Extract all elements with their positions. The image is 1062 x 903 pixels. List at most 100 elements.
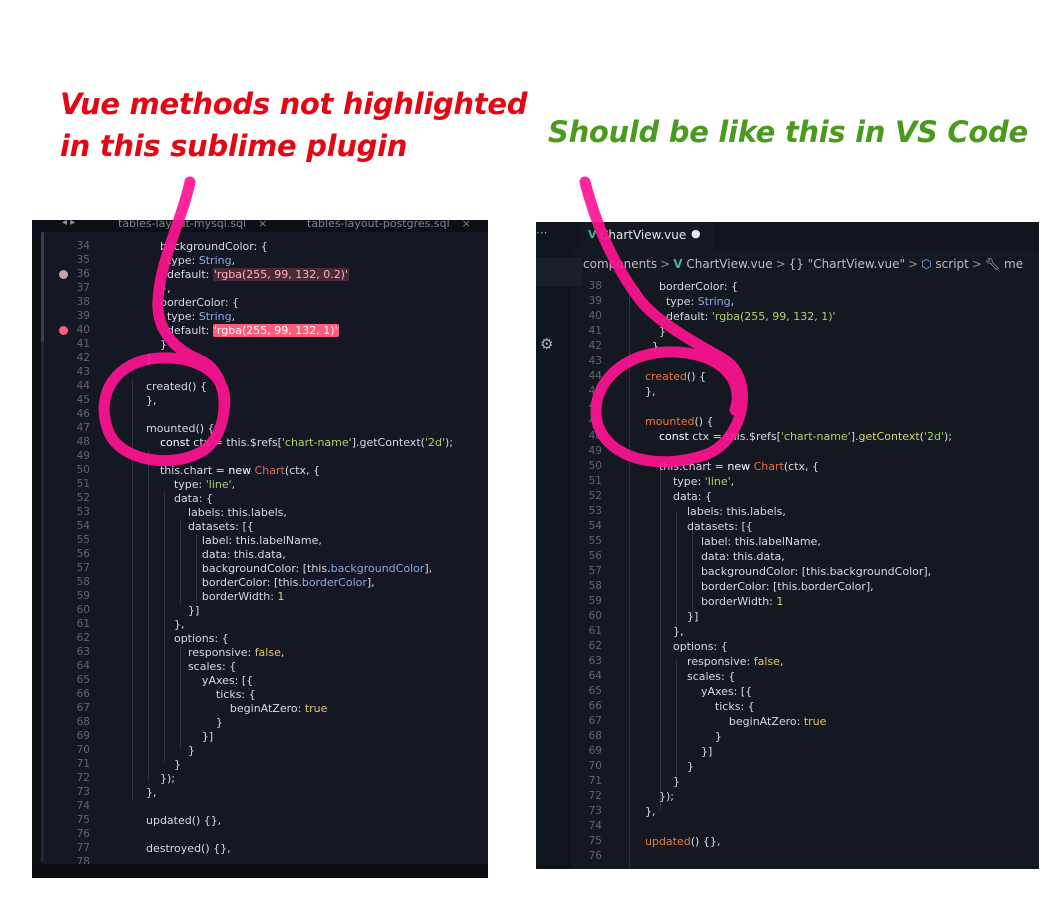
- line-number: 77: [76, 842, 90, 854]
- indent-guide: [629, 280, 630, 868]
- line-number: 41: [76, 338, 90, 350]
- code-line: this.chart = new Chart(ctx, {: [132, 464, 320, 477]
- breadcrumb-folder[interactable]: components: [583, 257, 657, 271]
- sublime-editor-screenshot: ◂ ▸ tables-layout-mysql.sql × tables-layo…: [32, 220, 488, 878]
- line-number: 70: [76, 744, 90, 756]
- close-icon[interactable]: ×: [462, 220, 471, 230]
- line-number: 60: [588, 610, 602, 622]
- line-number: 57: [76, 562, 90, 574]
- code-line: created() {: [645, 370, 706, 383]
- code-line: datasets: [{: [132, 520, 254, 533]
- line-number: 69: [76, 730, 90, 742]
- tab-mysql[interactable]: tables-layout-mysql.sql ×: [118, 220, 267, 230]
- code-line: backgroundColor: [this.backgroundColor],: [645, 565, 932, 578]
- line-number: 44: [76, 380, 90, 392]
- caption-sublime: Vue methods not highlighted in this subl…: [60, 83, 527, 167]
- line-number: 58: [76, 576, 90, 588]
- unsaved-indicator[interactable]: ●: [691, 227, 701, 240]
- status-bar: [32, 864, 488, 878]
- code-line: borderColor: [this.borderColor],: [132, 576, 375, 589]
- code-line: yAxes: [{: [132, 674, 254, 687]
- cube-icon: ⬡: [921, 257, 932, 271]
- line-number: 38: [588, 280, 602, 292]
- code-line: borderColor: {: [645, 280, 739, 293]
- line-number: 68: [588, 730, 602, 742]
- line-number: 58: [588, 580, 602, 592]
- line-number: 47: [76, 422, 90, 434]
- tab-postgres[interactable]: tables-layout-postgres.sql ×: [307, 220, 471, 230]
- close-icon[interactable]: ×: [258, 220, 267, 230]
- code-line: label: this.labelName,: [645, 535, 821, 548]
- line-number: 76: [76, 828, 90, 840]
- line-number: 66: [76, 688, 90, 700]
- tab-label: tables-layout-postgres.sql: [307, 220, 450, 230]
- line-number: 75: [588, 835, 602, 847]
- line-number: 49: [76, 450, 90, 462]
- code-line: updated() {},: [645, 835, 721, 848]
- line-number: 45: [588, 385, 602, 397]
- code-line: }]: [645, 610, 699, 623]
- line-number: 37: [76, 282, 90, 294]
- line-number: 56: [588, 550, 602, 562]
- code-line: });: [645, 790, 674, 803]
- breadcrumb-method[interactable]: me: [1004, 257, 1023, 271]
- code-line: responsive: false,: [132, 646, 285, 659]
- sublime-tab-bar: ◂ ▸ tables-layout-mysql.sql × tables-layo…: [32, 220, 488, 232]
- line-number: 59: [588, 595, 602, 607]
- line-number: 73: [76, 786, 90, 798]
- line-number: 72: [76, 772, 90, 784]
- line-number: 61: [588, 625, 602, 637]
- gear-icon[interactable]: ⚙: [540, 335, 553, 353]
- code-line: type: 'line',: [132, 478, 236, 491]
- line-number: 45: [76, 394, 90, 406]
- code-line: }]: [132, 730, 214, 743]
- breadcrumb-file[interactable]: ChartView.vue: [686, 257, 772, 271]
- code-line: borderWidth: 1: [132, 590, 285, 603]
- code-line: ticks: {: [645, 700, 755, 713]
- breadcrumb-module[interactable]: {} "ChartView.vue": [789, 257, 905, 271]
- code-line: type: String,: [132, 310, 236, 323]
- line-number: 43: [76, 366, 90, 378]
- line-number: 56: [76, 548, 90, 560]
- tab-nav-arrows[interactable]: ◂ ▸: [62, 220, 75, 228]
- code-line: labels: this.labels,: [132, 506, 287, 519]
- more-icon[interactable]: ···: [536, 226, 547, 240]
- vscode-editor-screenshot: ··· ⚙ V ChartView.vue ● components > V Cha…: [536, 222, 1039, 869]
- code-line: this.chart = new Chart(ctx, {: [645, 460, 820, 473]
- line-number: 54: [588, 520, 602, 532]
- line-number: 48: [588, 430, 602, 442]
- code-line: borderColor: {: [132, 296, 240, 309]
- breadcrumb-script[interactable]: script: [935, 257, 968, 271]
- line-number: 67: [588, 715, 602, 727]
- code-line: datasets: [{: [645, 520, 753, 533]
- code-line: backgroundColor: {: [132, 240, 268, 253]
- line-number: 35: [76, 254, 90, 266]
- code-line: borderColor: [this.borderColor],: [645, 580, 874, 593]
- code-line: }: [132, 716, 223, 729]
- code-line: backgroundColor: [this.backgroundColor],: [132, 562, 433, 575]
- code-line: }: [645, 775, 680, 788]
- code-line: beginAtZero: true: [132, 702, 328, 715]
- code-line: }]: [645, 745, 713, 758]
- line-number: 41: [588, 325, 602, 337]
- wrench-icon: 🔧︎: [984, 257, 1001, 271]
- code-line: }]: [132, 604, 200, 617]
- code-line: }: [132, 338, 167, 351]
- line-number: 44: [588, 370, 602, 382]
- line-number: 50: [76, 464, 90, 476]
- line-number: 51: [588, 475, 602, 487]
- tab-label[interactable]: ChartView.vue: [600, 228, 686, 242]
- code-line: data: this.data,: [132, 548, 286, 561]
- line-number: 42: [588, 340, 602, 352]
- line-number: 62: [76, 632, 90, 644]
- line-number: 71: [76, 758, 90, 770]
- line-number: 61: [76, 618, 90, 630]
- line-number: 70: [588, 760, 602, 772]
- line-number: 40: [588, 310, 602, 322]
- line-number: 57: [588, 565, 602, 577]
- line-number: 47: [588, 415, 602, 427]
- chevron-right-icon: >: [660, 257, 671, 271]
- code-line: data: {: [645, 490, 712, 503]
- code-line: type: String,: [132, 254, 236, 267]
- line-number: 62: [588, 640, 602, 652]
